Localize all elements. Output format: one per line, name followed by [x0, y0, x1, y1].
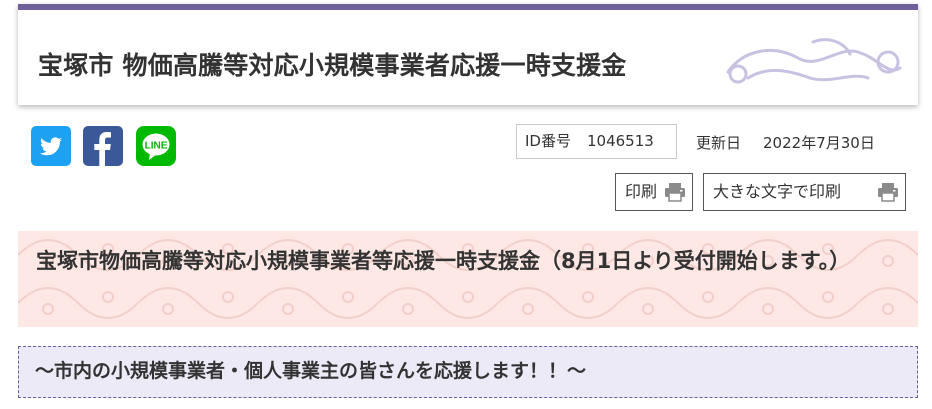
page-id-box: ID番号 1046513	[516, 124, 677, 159]
page-id-value: 1046513	[586, 132, 654, 150]
print-label: 印刷	[625, 182, 658, 201]
updated-value: 2022年7月30日	[763, 134, 875, 152]
print-large-text-button[interactable]: 大きな文字で印刷	[703, 173, 906, 211]
twitter-icon	[40, 137, 62, 156]
content-subheading-box: ～市内の小規模事業者・個人事業主の皆さんを応援します！！～	[18, 346, 918, 398]
content-heading-box: 宝塚市物価高騰等対応小規模事業者等応援一時支援金（8月1日より受付開始します。）	[18, 231, 918, 327]
print-button[interactable]: 印刷	[615, 173, 693, 211]
line-icon: LINE	[142, 133, 170, 160]
updated-label: 更新日	[696, 134, 742, 152]
share-twitter-button[interactable]	[31, 126, 71, 166]
content-subheading: ～市内の小規模事業者・個人事業主の皆さんを応援します！！～	[35, 360, 587, 382]
print-large-label: 大きな文字で印刷	[713, 182, 842, 201]
content-heading: 宝塚市物価高騰等対応小規模事業者等応援一時支援金（8月1日より受付開始します。）	[36, 249, 851, 273]
updated-date: 更新日 2022年7月30日	[696, 132, 875, 153]
share-facebook-button[interactable]	[83, 126, 123, 166]
share-line-button[interactable]: LINE	[136, 126, 176, 166]
page-id-label: ID番号	[525, 132, 571, 150]
svg-text:LINE: LINE	[145, 141, 168, 152]
printer-icon	[665, 183, 685, 202]
page-title-card: 宝塚市 物価高騰等対応小規模事業者応援一時支援金	[18, 4, 918, 105]
facebook-icon	[94, 132, 111, 166]
page-title: 宝塚市 物価高騰等対応小規模事業者応援一時支援金	[38, 51, 627, 80]
printer-icon	[878, 183, 898, 202]
flourish-ornament	[726, 38, 902, 84]
